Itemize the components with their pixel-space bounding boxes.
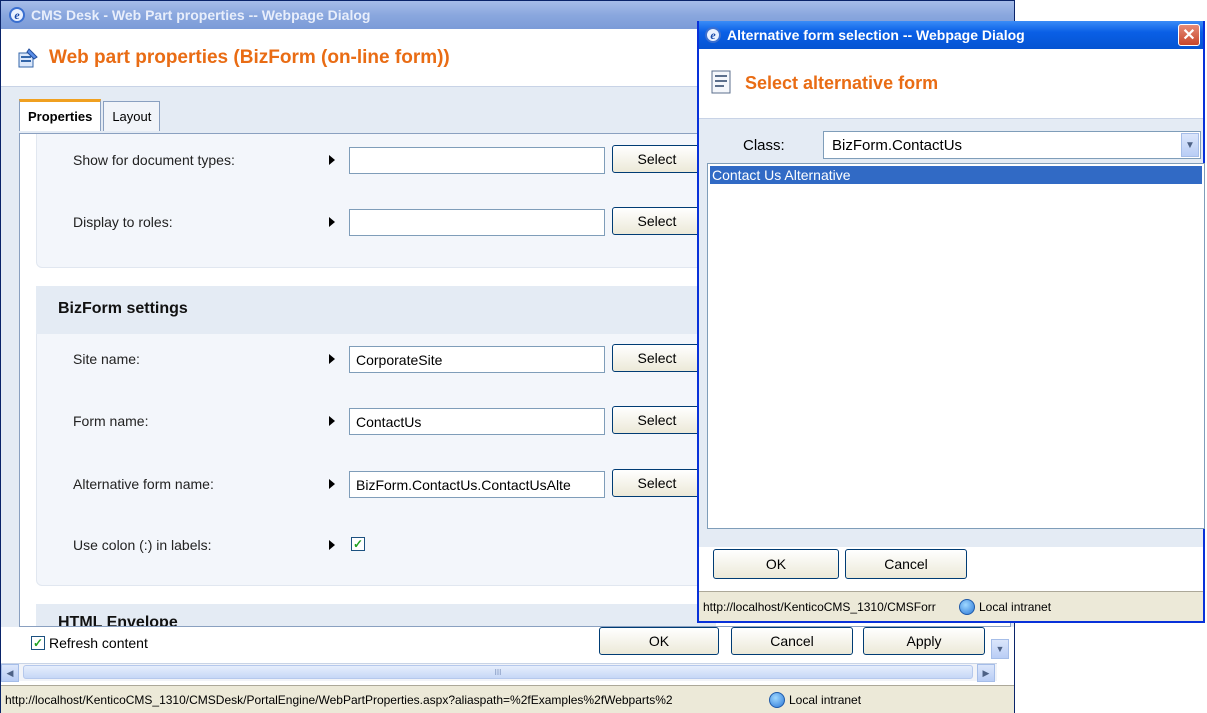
close-icon[interactable]: ✕ xyxy=(1178,24,1200,46)
apply-button[interactable]: Apply xyxy=(863,627,985,655)
field-row-document-types: Show for document types: Select xyxy=(37,145,717,175)
class-dropdown-value: BizForm.ContactUs xyxy=(832,137,963,154)
form-name-select-button[interactable]: Select xyxy=(612,406,702,434)
ok-button[interactable]: OK xyxy=(599,627,719,655)
popup-status-zone: Local intranet xyxy=(979,599,1052,614)
expand-arrow-icon[interactable] xyxy=(329,416,335,426)
alternative-form-select-button[interactable]: Select xyxy=(612,469,702,497)
site-name-select-button[interactable]: Select xyxy=(612,344,702,372)
alternative-form-name-input[interactable]: BizForm.ContactUs.ContactUsAlte xyxy=(349,471,605,498)
list-item[interactable]: Contact Us Alternative xyxy=(709,165,1203,185)
status-url: http://localhost/KenticoCMS_1310/CMSDesk… xyxy=(5,692,673,707)
tab-layout[interactable]: Layout xyxy=(103,101,161,131)
popup-header: Select alternative form xyxy=(699,49,1203,119)
site-name-label: Site name: xyxy=(73,351,140,367)
expand-arrow-icon[interactable] xyxy=(329,479,335,489)
form-name-input[interactable]: ContactUs xyxy=(349,408,605,435)
document-types-select-button[interactable]: Select xyxy=(612,145,702,173)
scroll-thumb[interactable]: III xyxy=(23,665,973,679)
expand-arrow-icon[interactable] xyxy=(329,540,335,550)
popup-title-bar[interactable]: e Alternative form selection -- Webpage … xyxy=(699,21,1203,49)
field-row-form-name: Form name: ContactUs Select xyxy=(37,406,717,436)
popup-ok-button[interactable]: OK xyxy=(713,549,839,579)
alternative-form-selection-dialog: e Alternative form selection -- Webpage … xyxy=(697,21,1205,623)
field-row-use-colon: Use colon (:) in labels: ✓ xyxy=(37,530,717,560)
bizform-settings-group: Site name: CorporateSite Select Form nam… xyxy=(36,334,716,586)
popup-window-title: Alternative form selection -- Webpage Di… xyxy=(727,27,1025,43)
page-title: Web part properties (BizForm (on-line fo… xyxy=(49,46,450,68)
popup-status-bar: http://localhost/KenticoCMS_1310/CMSForr… xyxy=(699,591,1203,621)
status-zone: Local intranet xyxy=(789,692,862,707)
chevron-down-icon[interactable]: ▼ xyxy=(1181,133,1199,157)
form-name-label: Form name: xyxy=(73,413,149,429)
horizontal-scrollbar[interactable]: ◀ III ▶ xyxy=(1,663,997,682)
class-dropdown[interactable]: BizForm.ContactUs ▼ xyxy=(823,131,1201,159)
field-row-alternative-form-name: Alternative form name: BizForm.ContactUs… xyxy=(37,469,717,499)
html-envelope-section-title[interactable]: HTML Envelope xyxy=(36,604,716,626)
scroll-right-icon[interactable]: ▶ xyxy=(977,664,995,682)
popup-cancel-button[interactable]: Cancel xyxy=(845,549,967,579)
popup-page-title: Select alternative form xyxy=(745,73,939,93)
local-intranet-icon xyxy=(959,598,975,615)
use-colon-label: Use colon (:) in labels: xyxy=(73,537,212,553)
tab-properties[interactable]: Properties xyxy=(19,99,102,131)
visibility-group: Show for document types: Select Display … xyxy=(36,134,717,268)
ie-icon: e xyxy=(9,7,25,23)
roles-select-button[interactable]: Select xyxy=(612,207,702,235)
expand-arrow-icon[interactable] xyxy=(329,217,335,227)
refresh-content-checkbox[interactable]: ✓ xyxy=(31,636,45,650)
use-colon-checkbox[interactable]: ✓ xyxy=(351,537,365,551)
field-row-roles: Display to roles: Select xyxy=(37,207,717,237)
popup-status-url: http://localhost/KenticoCMS_1310/CMSForr xyxy=(703,599,936,614)
alternative-form-name-label: Alternative form name: xyxy=(73,476,214,492)
alternative-forms-list[interactable]: Contact Us Alternative xyxy=(707,163,1205,529)
roles-input[interactable] xyxy=(349,209,605,236)
main-status-bar: http://localhost/KenticoCMS_1310/CMSDesk… xyxy=(1,685,1014,713)
scroll-left-icon[interactable]: ◀ xyxy=(1,664,19,682)
document-types-label: Show for document types: xyxy=(73,152,235,168)
site-name-input[interactable]: CorporateSite xyxy=(349,346,605,373)
expand-arrow-icon[interactable] xyxy=(329,354,335,364)
bizform-section-title[interactable]: BizForm settings xyxy=(36,286,716,334)
refresh-content-label: Refresh content xyxy=(49,635,148,651)
cancel-button[interactable]: Cancel xyxy=(731,627,853,655)
ie-icon: e xyxy=(705,27,721,43)
expand-arrow-icon[interactable] xyxy=(329,155,335,165)
tab-strip: Properties Layout xyxy=(19,99,162,131)
scroll-down-icon[interactable]: ▼ xyxy=(991,639,1009,659)
form-list-icon xyxy=(711,70,731,97)
main-window-title: CMS Desk - Web Part properties -- Webpag… xyxy=(31,7,371,23)
field-row-site-name: Site name: CorporateSite Select xyxy=(37,344,717,374)
web-part-properties-icon xyxy=(17,47,39,69)
roles-label: Display to roles: xyxy=(73,214,173,230)
dialog-footer: ✓ Refresh content OK Cancel Apply ▼ xyxy=(1,627,1014,661)
local-intranet-icon xyxy=(769,691,785,708)
class-label: Class: xyxy=(743,137,785,154)
document-types-input[interactable] xyxy=(349,147,605,174)
popup-content: Class: BizForm.ContactUs ▼ Contact Us Al… xyxy=(699,119,1205,547)
